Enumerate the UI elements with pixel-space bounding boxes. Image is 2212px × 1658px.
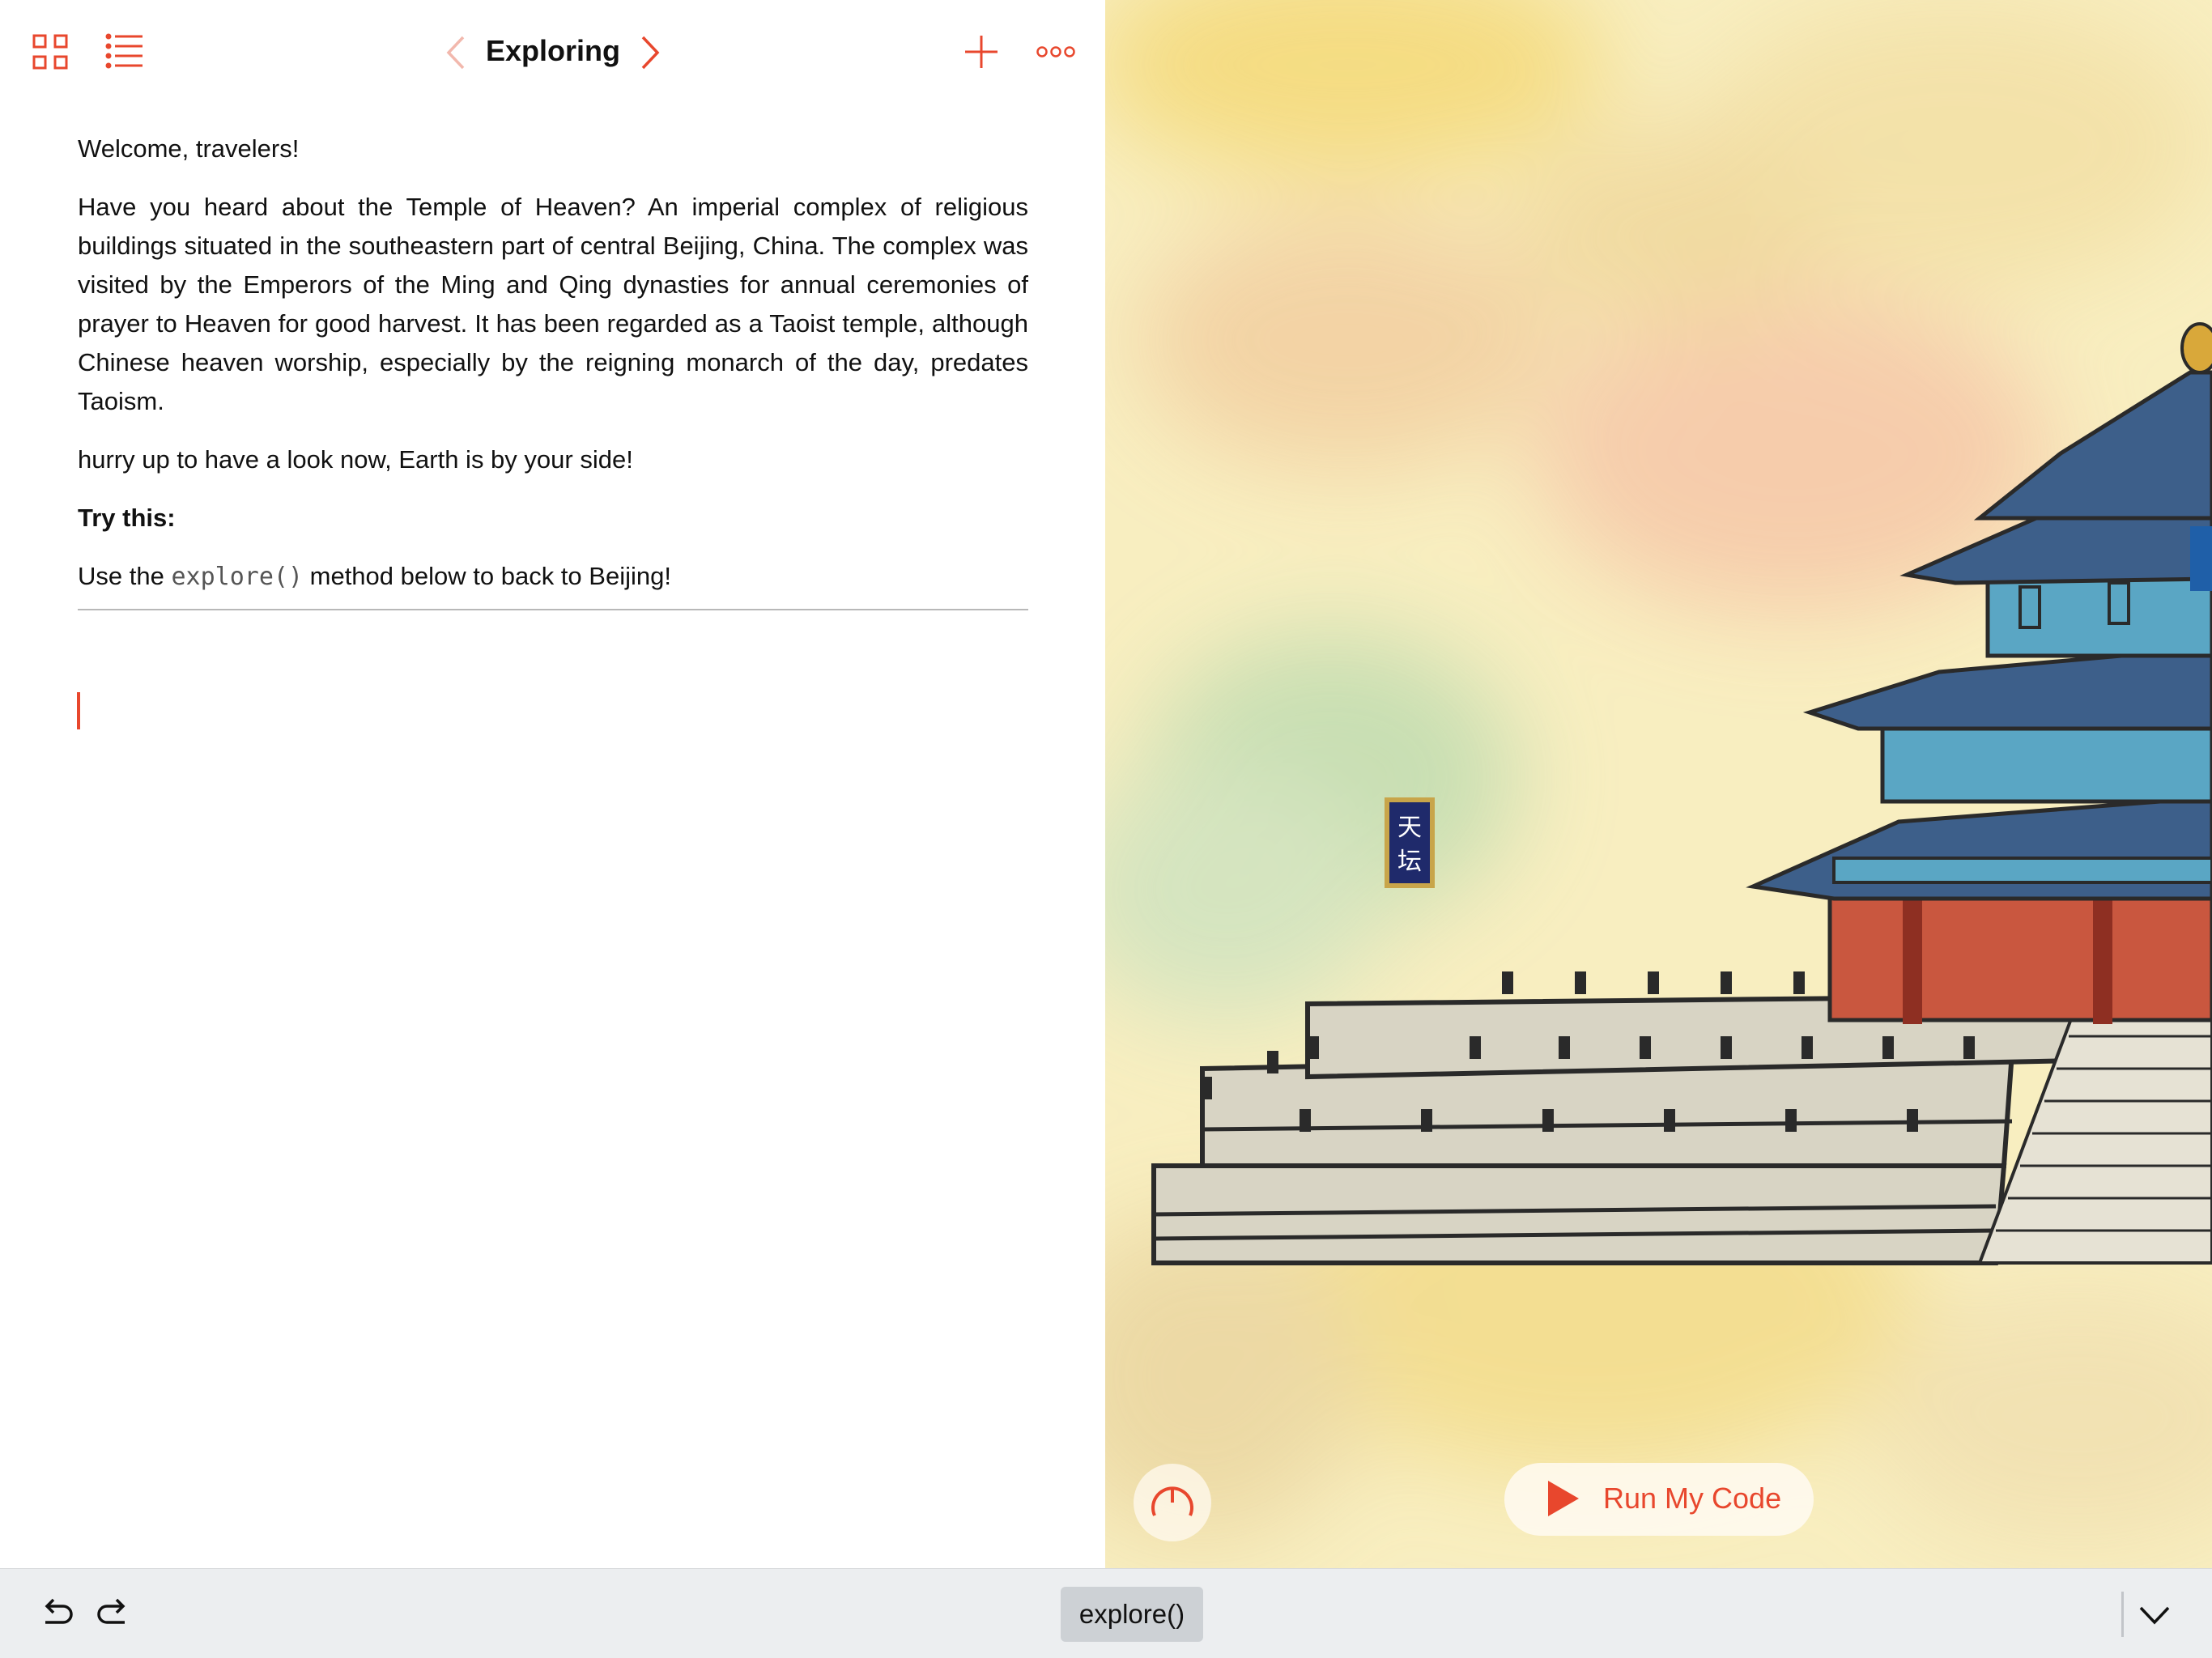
undo-icon[interactable] bbox=[39, 1595, 76, 1632]
grid-icon[interactable] bbox=[32, 34, 68, 70]
chevron-down-icon[interactable] bbox=[2138, 1601, 2172, 1627]
intro-paragraph: Have you heard about the Temple of Heave… bbox=[78, 193, 1028, 415]
run-button-label: Run My Code bbox=[1603, 1482, 1782, 1515]
top-toolbar: Exploring bbox=[0, 0, 1105, 104]
more-icon[interactable] bbox=[1036, 44, 1075, 60]
instruction-prefix: Use the bbox=[78, 562, 172, 590]
code-editor-caret[interactable] bbox=[77, 692, 80, 729]
temple-illustration: 天 坛 bbox=[1105, 0, 2212, 1568]
list-icon[interactable] bbox=[105, 32, 144, 70]
redo-icon[interactable] bbox=[94, 1595, 131, 1632]
inline-code: explore() bbox=[171, 563, 304, 591]
run-my-code-button[interactable]: Run My Code bbox=[1504, 1463, 1814, 1536]
svg-text:天: 天 bbox=[1397, 814, 1422, 842]
greeting-text: Welcome, travelers! bbox=[78, 134, 300, 163]
hurry-text: hurry up to have a look now, Earth is by… bbox=[78, 445, 633, 474]
speed-button[interactable] bbox=[1134, 1464, 1211, 1541]
editor-pane: Exploring Welcome, travelers! Have you h… bbox=[0, 0, 1105, 1568]
svg-text:坛: 坛 bbox=[1397, 848, 1422, 876]
instruction-suffix: method below to back to Beijing! bbox=[303, 562, 671, 590]
live-view: 天 坛 Run My Code bbox=[1105, 0, 2212, 1568]
play-icon bbox=[1548, 1481, 1579, 1516]
chevron-right-icon[interactable] bbox=[638, 34, 662, 71]
prose-content: Welcome, travelers! Have you heard about… bbox=[78, 130, 1028, 616]
shortcut-bar: explore() bbox=[0, 1568, 2212, 1658]
code-suggestion-explore[interactable]: explore() bbox=[1061, 1587, 1203, 1642]
chevron-left-icon[interactable] bbox=[444, 34, 468, 71]
plus-icon[interactable] bbox=[963, 34, 999, 70]
speedometer-icon bbox=[1151, 1486, 1193, 1516]
instruction-text: Use the explore() method below to back t… bbox=[78, 557, 1028, 597]
content-divider bbox=[78, 609, 1028, 610]
page-title: Exploring bbox=[485, 34, 620, 67]
bar-separator bbox=[2121, 1592, 2124, 1637]
try-this-label: Try this: bbox=[78, 504, 176, 532]
